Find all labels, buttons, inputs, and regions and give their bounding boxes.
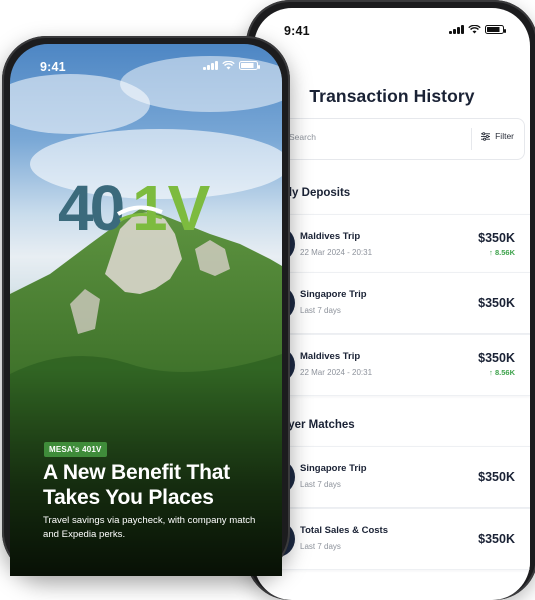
- battery-icon: [239, 61, 260, 70]
- transaction-amount: $350K: [478, 296, 515, 310]
- status-bar: 9:41: [10, 44, 282, 88]
- status-icons: [449, 25, 506, 34]
- status-time: 9:41: [284, 24, 310, 38]
- signal-icon: [203, 61, 218, 70]
- brand-logo: 40 1V: [58, 174, 211, 238]
- promo-screen: 9:41 40 1V MESA's 401V A New Benefit Tha…: [10, 44, 282, 576]
- transaction-row[interactable]: Total Sales & Costs Last 7 days $350K: [259, 508, 530, 570]
- divider: [471, 128, 472, 150]
- transaction-row[interactable]: Maldives Trip 22 Mar 2024 - 20:31 $350K …: [259, 214, 530, 274]
- status-time: 9:41: [40, 60, 66, 74]
- transaction-amount: $350K: [478, 231, 515, 245]
- page-title: Transaction History: [309, 86, 475, 106]
- search-bar[interactable]: Search Filter: [276, 118, 525, 160]
- transaction-row[interactable]: Singapore Trip Last 7 days $350K: [259, 272, 530, 334]
- brand-badge: MESA's 401V: [44, 442, 107, 457]
- transaction-name: Singapore Trip: [300, 289, 367, 300]
- logo-text-401: 40: [58, 174, 123, 238]
- transaction-name: Maldives Trip: [300, 231, 361, 242]
- transaction-screen: 9:41 Transaction History Search Filter t…: [254, 8, 530, 600]
- promo-description: Travel savings via paycheck, with compan…: [43, 515, 256, 540]
- transaction-date: 22 Mar 2024 - 20:31: [300, 248, 373, 257]
- wifi-icon: [222, 61, 235, 70]
- signal-icon: [449, 25, 464, 34]
- transaction-date: Last 7 days: [300, 480, 341, 489]
- filter-label: Filter: [495, 131, 514, 141]
- search-input[interactable]: Search: [289, 132, 316, 142]
- transaction-date: Last 7 days: [300, 306, 341, 315]
- transaction-name: Singapore Trip: [300, 463, 367, 474]
- transaction-row[interactable]: Maldives Trip 22 Mar 2024 - 20:31 $350K …: [259, 334, 530, 396]
- transaction-delta: ↑ 8.56K: [489, 248, 515, 257]
- transaction-amount: $350K: [478, 351, 515, 365]
- filter-icon: [481, 131, 491, 141]
- status-bar: 9:41: [254, 8, 530, 52]
- transaction-delta: ↑ 8.56K: [489, 368, 515, 377]
- filter-button[interactable]: Filter: [481, 131, 514, 141]
- transaction-name: Maldives Trip: [300, 351, 361, 362]
- transaction-name: Total Sales & Costs: [300, 525, 388, 536]
- transaction-date: Last 7 days: [300, 542, 341, 551]
- battery-icon: [485, 25, 506, 34]
- transaction-date: 22 Mar 2024 - 20:31: [300, 368, 373, 377]
- transaction-row[interactable]: Singapore Trip Last 7 days $350K: [259, 446, 530, 508]
- promo-phone: 9:41 40 1V MESA's 401V A New Benefit Tha…: [2, 36, 290, 576]
- status-icons: [203, 61, 260, 70]
- wifi-icon: [468, 25, 481, 34]
- transaction-amount: $350K: [478, 532, 515, 546]
- promo-headline: A New Benefit That Takes You Places: [43, 461, 230, 509]
- transaction-amount: $350K: [478, 470, 515, 484]
